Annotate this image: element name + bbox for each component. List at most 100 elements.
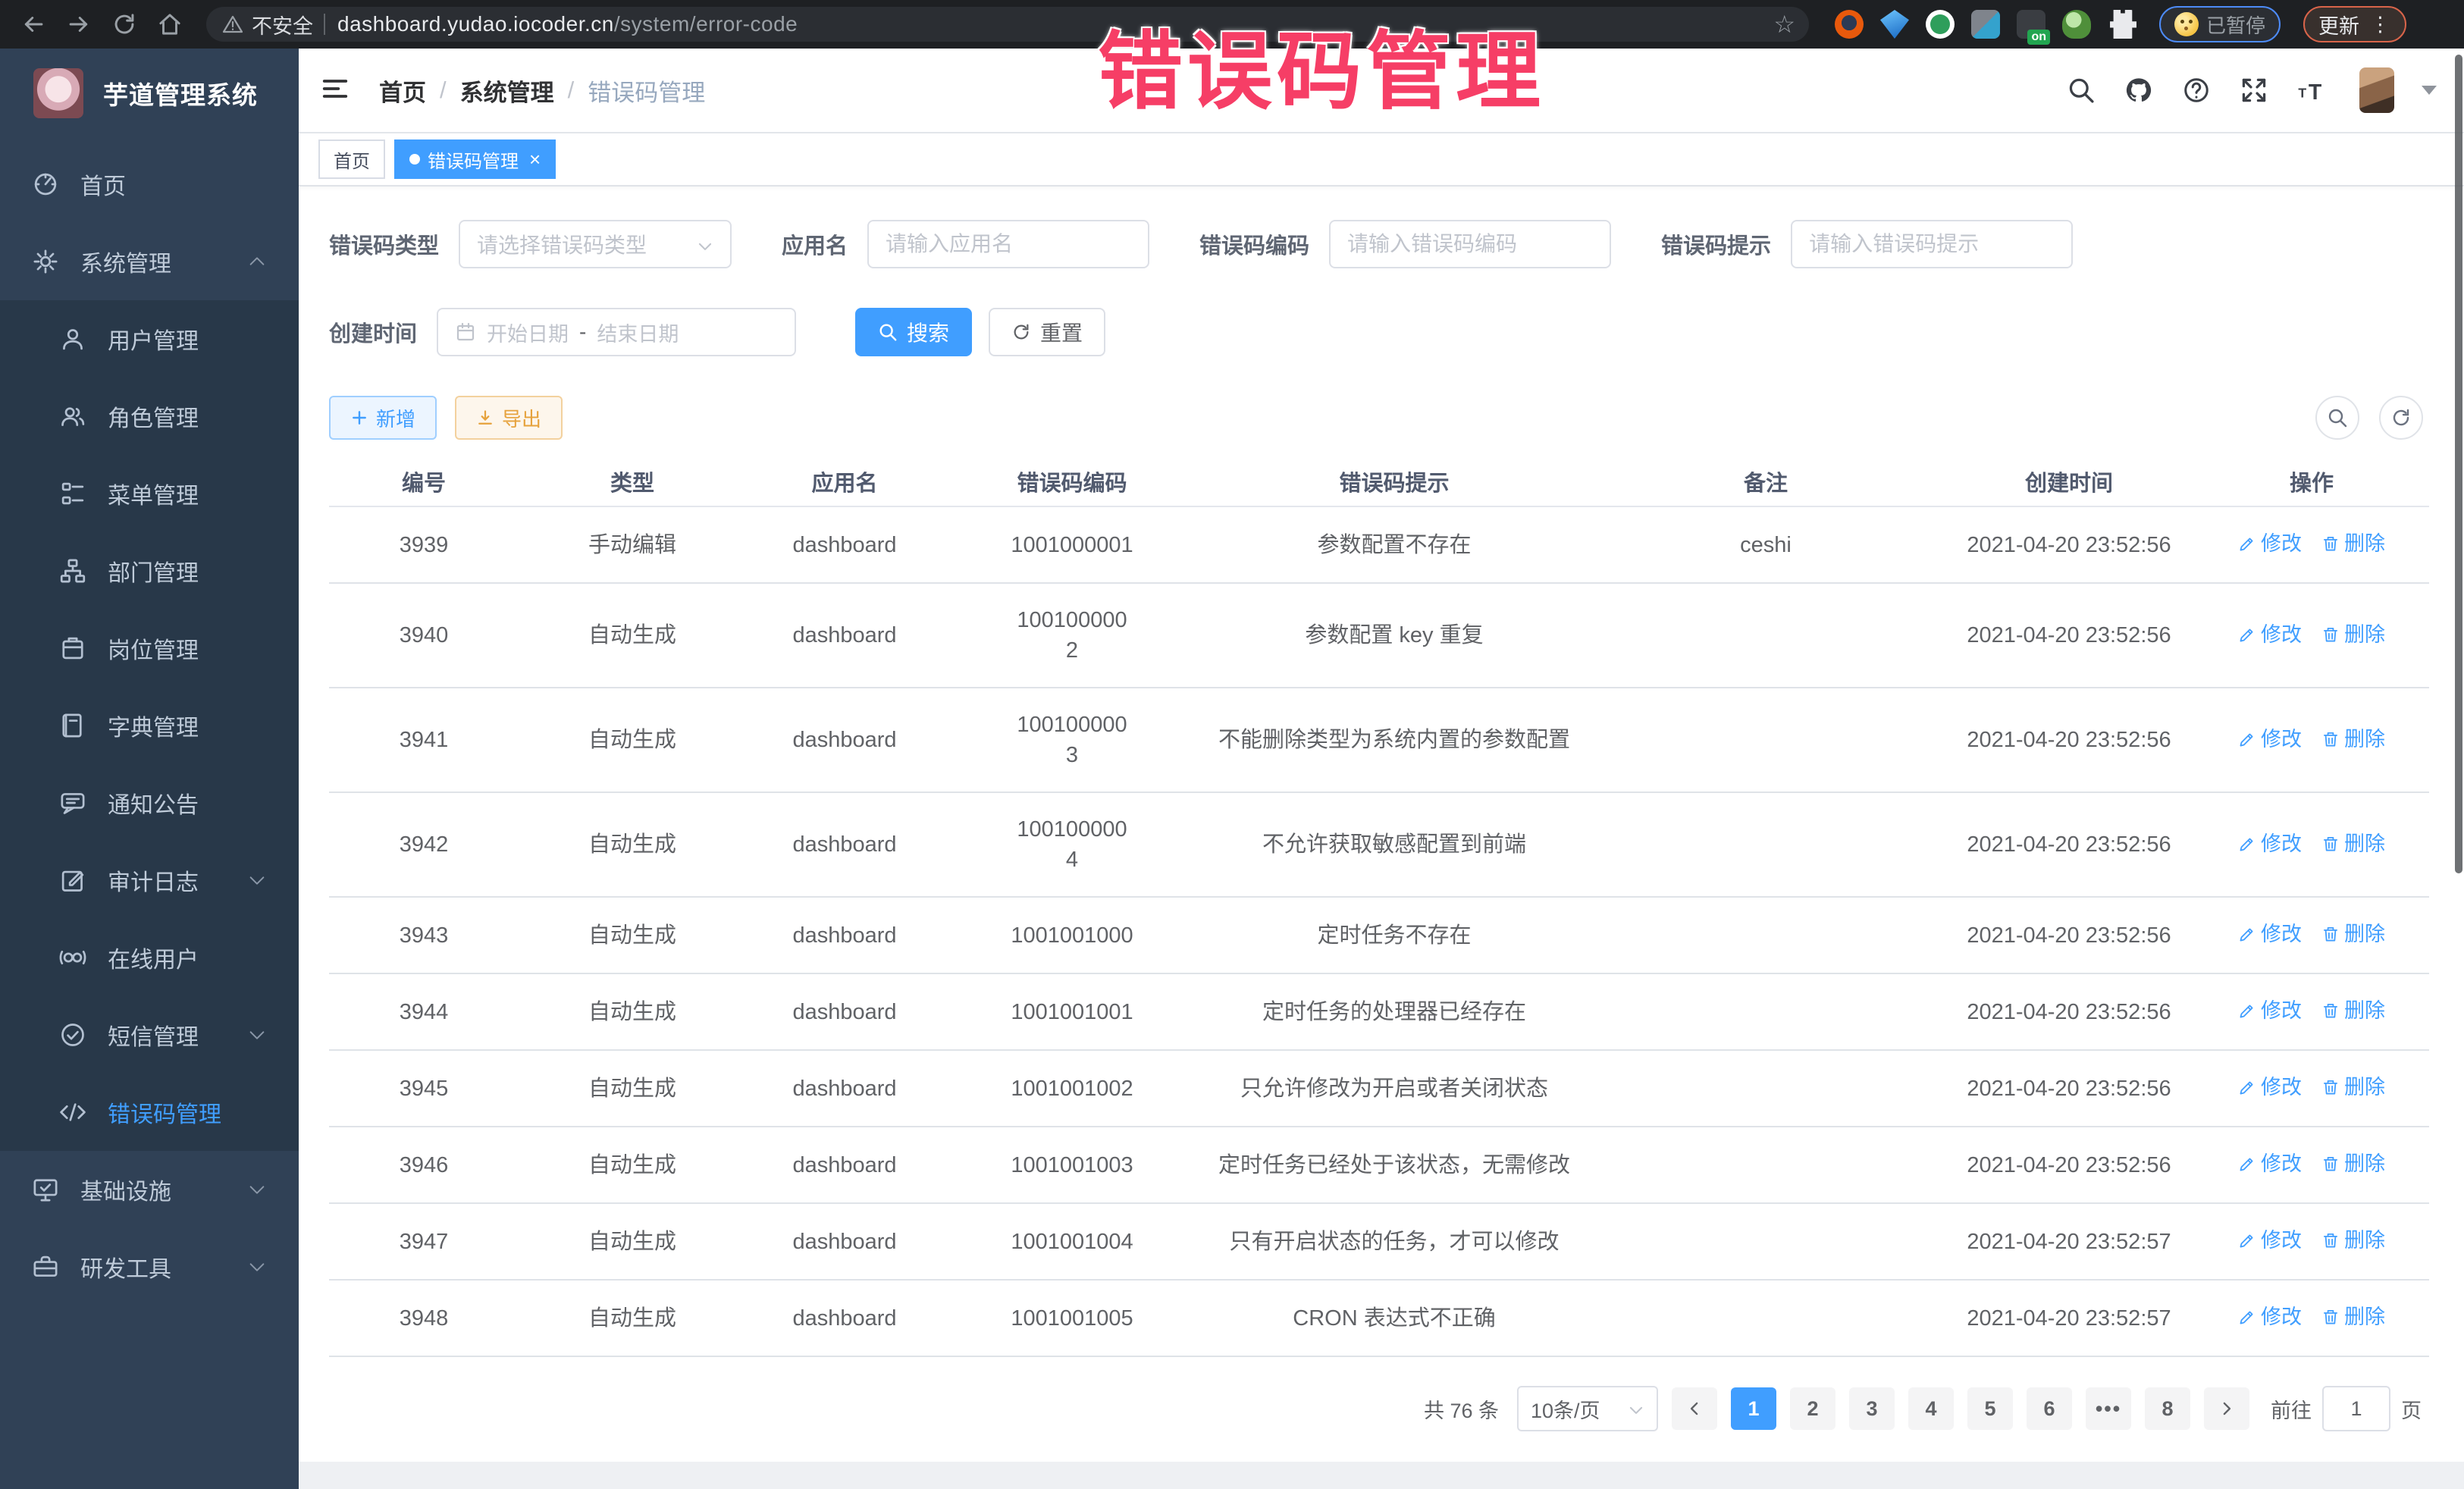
sidebar-item-8[interactable]: 通知公告: [0, 764, 299, 842]
sidebar-item-6[interactable]: 岗位管理: [0, 610, 299, 687]
avatar-caret-icon[interactable]: [2422, 86, 2437, 95]
date-range-picker[interactable]: 开始日期 - 结束日期: [437, 308, 796, 356]
add-button[interactable]: 新增: [329, 396, 437, 440]
cell-remark: [1588, 973, 1944, 1050]
next-page-icon[interactable]: [2204, 1387, 2249, 1430]
sidebar-item-11[interactable]: 短信管理: [0, 996, 299, 1074]
error-hint-input[interactable]: [1809, 232, 2055, 256]
url-text[interactable]: dashboard.yudao.iocoder.cn/system/error-…: [337, 12, 1773, 36]
edit-link[interactable]: 修改: [2238, 1225, 2302, 1255]
delete-link[interactable]: 删除: [2321, 619, 2385, 650]
delete-link[interactable]: 删除: [2321, 1225, 2385, 1255]
page-button-4[interactable]: 4: [1908, 1387, 1954, 1430]
delete-link[interactable]: 删除: [2321, 919, 2385, 949]
error-type-select[interactable]: 请选择错误码类型: [459, 220, 732, 268]
table-header-row: 编号类型应用名错误码编码错误码提示备注创建时间操作: [329, 456, 2429, 506]
sidebar-item-1[interactable]: 系统管理: [0, 223, 299, 300]
page-button-5[interactable]: 5: [1967, 1387, 2013, 1430]
cell-id: 3940: [329, 583, 519, 688]
audit-icon: [59, 867, 86, 894]
delete-link[interactable]: 删除: [2321, 528, 2385, 559]
help-icon[interactable]: [2179, 73, 2214, 108]
page-content: 错误码类型 请选择错误码类型 应用名 错误码编码: [299, 187, 2464, 1462]
search-icon[interactable]: [2064, 73, 2099, 108]
browser-update-chip[interactable]: 更新 ⋮: [2303, 6, 2406, 42]
refresh-icon[interactable]: [2379, 396, 2423, 440]
show-search-icon[interactable]: [2315, 396, 2359, 440]
page-button-3[interactable]: 3: [1849, 1387, 1895, 1430]
edit-link[interactable]: 修改: [2238, 995, 2302, 1026]
delete-link[interactable]: 删除: [2321, 1072, 2385, 1102]
extension-icon-2[interactable]: [1880, 10, 1909, 39]
delete-link[interactable]: 删除: [2321, 995, 2385, 1026]
extension-icon-3[interactable]: [1926, 10, 1955, 39]
user-avatar[interactable]: [2359, 67, 2394, 113]
edit-link[interactable]: 修改: [2238, 724, 2302, 754]
breadcrumb-item[interactable]: 系统管理: [460, 74, 554, 108]
cell-app: dashboard: [746, 973, 943, 1050]
goto-page-input[interactable]: [2322, 1386, 2390, 1431]
delete-link[interactable]: 删除: [2321, 724, 2385, 754]
browser-menu-icon[interactable]: ⋮: [2370, 13, 2391, 36]
sidebar-item-2[interactable]: 用户管理: [0, 300, 299, 378]
delete-link[interactable]: 删除: [2321, 1149, 2385, 1179]
page-button-2[interactable]: 2: [1790, 1387, 1835, 1430]
edit-link[interactable]: 修改: [2238, 919, 2302, 949]
page-scrollbar[interactable]: [2455, 55, 2462, 873]
sidebar-item-3[interactable]: 角色管理: [0, 378, 299, 455]
security-label[interactable]: 不安全: [252, 10, 313, 39]
edit-link[interactable]: 修改: [2238, 829, 2302, 859]
edit-link[interactable]: 修改: [2238, 1149, 2302, 1179]
edit-link[interactable]: 修改: [2238, 619, 2302, 650]
extension-icon-1[interactable]: [1835, 10, 1864, 39]
page-button-6[interactable]: 6: [2027, 1387, 2072, 1430]
url-bar[interactable]: 不安全 dashboard.yudao.iocoder.cn/system/er…: [206, 7, 1809, 42]
back-icon[interactable]: [14, 5, 53, 44]
page-buttons: 123456 ••• 8: [1731, 1387, 2190, 1430]
sidebar-item-5[interactable]: 部门管理: [0, 532, 299, 610]
sidebar-item-13[interactable]: 基础设施: [0, 1151, 299, 1228]
tag-首页[interactable]: 首页: [318, 139, 385, 179]
sidebar-item-7[interactable]: 字典管理: [0, 687, 299, 764]
github-icon[interactable]: [2121, 73, 2156, 108]
forward-icon[interactable]: [59, 5, 99, 44]
sidebar-item-0[interactable]: 首页: [0, 146, 299, 223]
sidebar-item-10[interactable]: 在线用户: [0, 919, 299, 996]
delete-link[interactable]: 删除: [2321, 1302, 2385, 1332]
search-button[interactable]: 搜索: [855, 308, 972, 356]
page-button-8[interactable]: 8: [2145, 1387, 2190, 1430]
edit-link[interactable]: 修改: [2238, 1302, 2302, 1332]
home-icon[interactable]: [150, 5, 190, 44]
edit-link[interactable]: 修改: [2238, 528, 2302, 559]
table-row: 3947自动生成dashboard1001001004只有开启状态的任务，才可以…: [329, 1203, 2429, 1280]
sidebar-item-9[interactable]: 审计日志: [0, 842, 299, 919]
tag-错误码管理[interactable]: 错误码管理×: [394, 139, 556, 179]
page-button-1[interactable]: 1: [1731, 1387, 1776, 1430]
more-pages-icon[interactable]: •••: [2086, 1387, 2131, 1430]
breadcrumb-item[interactable]: 首页: [379, 74, 426, 108]
app-name-input[interactable]: [886, 232, 1131, 256]
prev-page-icon[interactable]: [1672, 1387, 1717, 1430]
edit-link[interactable]: 修改: [2238, 1072, 2302, 1102]
close-icon[interactable]: ×: [529, 148, 541, 171]
page-size-select[interactable]: 10条/页: [1517, 1386, 1658, 1431]
bookmark-star-icon[interactable]: ☆: [1773, 10, 1795, 39]
sidebar-item-14[interactable]: 研发工具: [0, 1228, 299, 1306]
reset-button[interactable]: 重置: [989, 308, 1105, 356]
extension-icon-5[interactable]: [2017, 10, 2045, 39]
sidebar-item-4[interactable]: 菜单管理: [0, 455, 299, 532]
profile-paused-chip[interactable]: 已暂停: [2159, 6, 2281, 42]
fullscreen-icon[interactable]: [2237, 73, 2271, 108]
export-button[interactable]: 导出: [455, 396, 563, 440]
error-code-input[interactable]: [1347, 232, 1593, 256]
extension-icon-6[interactable]: [2062, 10, 2091, 39]
delete-link[interactable]: 删除: [2321, 829, 2385, 859]
sidebar-item-12[interactable]: 错误码管理: [0, 1074, 299, 1151]
extensions-puzzle-icon[interactable]: [2108, 10, 2136, 39]
hamburger-icon[interactable]: [320, 74, 353, 107]
logo-row[interactable]: 芋道管理系统: [0, 49, 299, 138]
font-size-icon[interactable]: TT: [2294, 73, 2329, 108]
reload-icon[interactable]: [105, 5, 144, 44]
extension-icon-4[interactable]: [1971, 10, 2000, 39]
table-row: 3943自动生成dashboard1001001000定时任务不存在2021-0…: [329, 897, 2429, 973]
